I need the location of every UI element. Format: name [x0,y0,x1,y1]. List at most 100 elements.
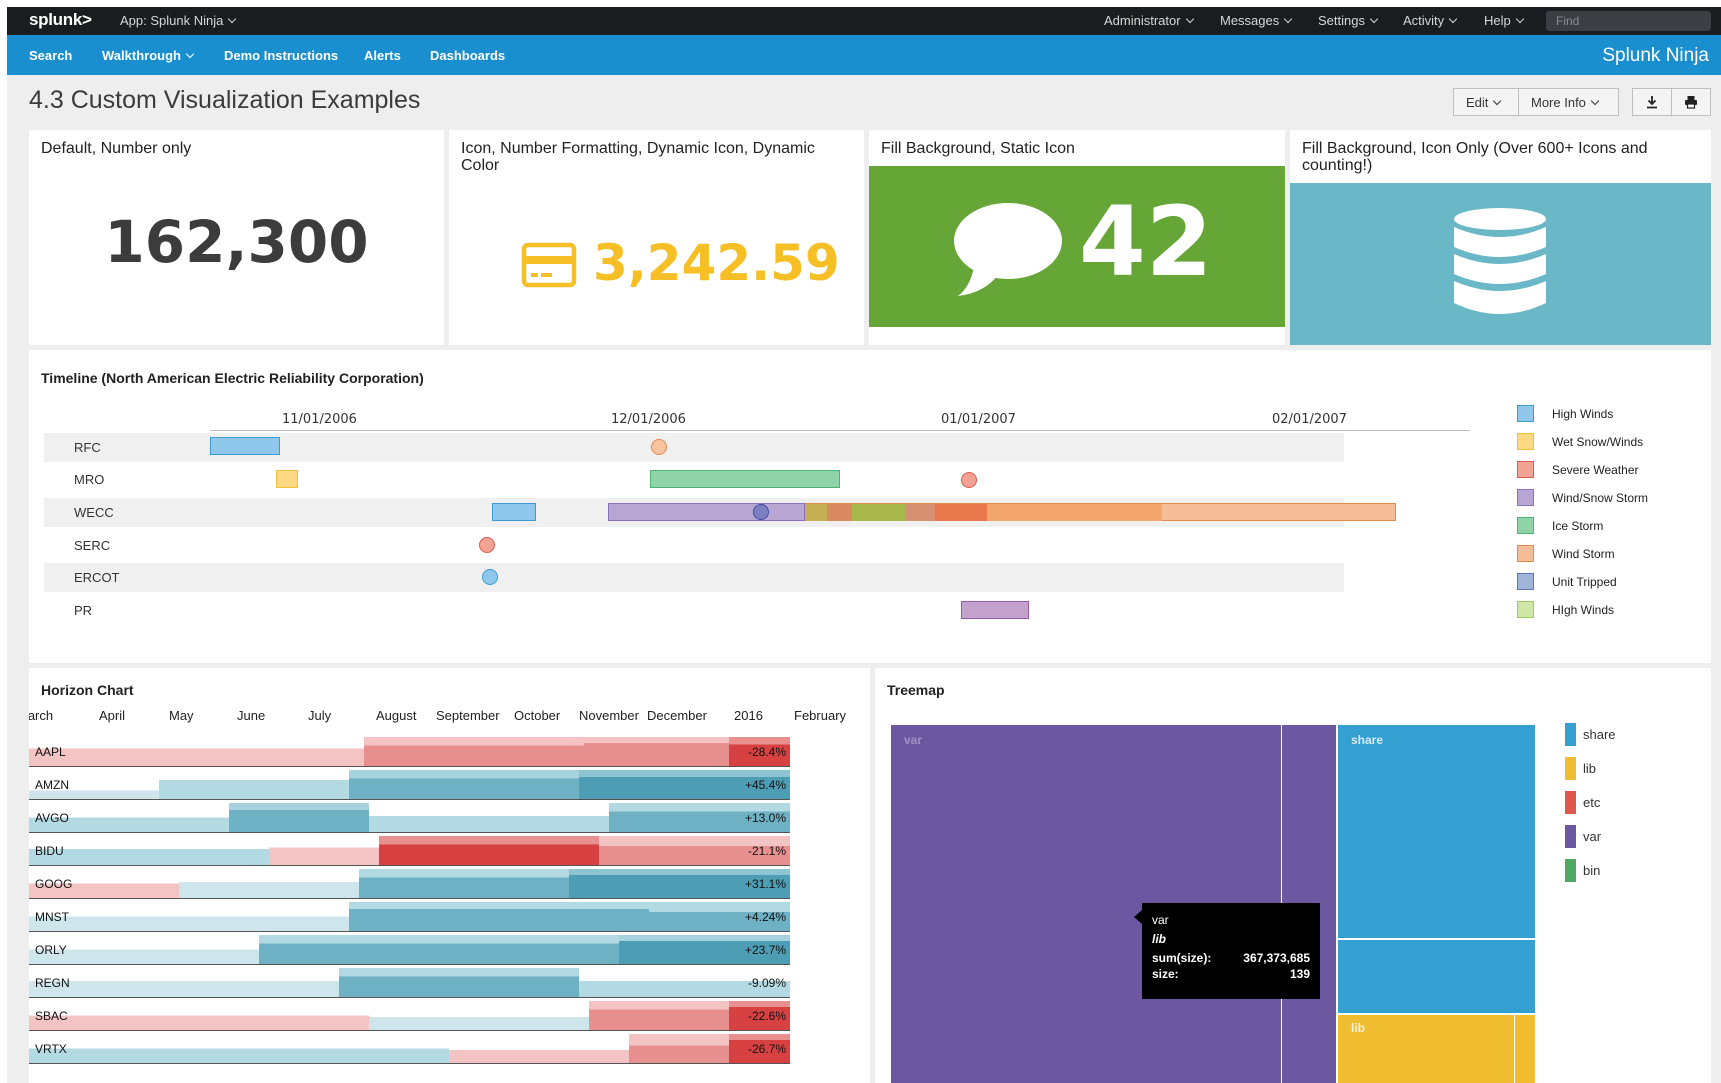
timeline-event[interactable] [827,504,852,521]
fill-background [1290,183,1711,345]
single-panel-icon: Icon, Number Formatting, Dynamic Icon, D… [449,130,864,345]
app-selector[interactable]: App: Splunk Ninja [120,13,237,28]
legend-label: Ice Storm [1552,519,1604,533]
tooltip-size-label: size: [1152,967,1179,981]
tooltip-size-value: 139 [1289,967,1310,981]
horizon-row[interactable]: MNST +4.24% [29,902,790,932]
tooltip-subtitle: lib [1152,932,1166,946]
database-icon [1454,208,1546,314]
row-label: RFC [74,440,101,455]
horizon-row[interactable]: GOOG +31.1% [29,869,790,899]
timeline-event[interactable] [482,569,498,585]
month-label: May [169,708,194,723]
legend-label: etc [1583,795,1601,810]
legend-swatch [1565,859,1576,882]
horizon-row[interactable]: VRTX -26.7% [29,1034,790,1064]
month-label: October [514,708,561,723]
print-button[interactable] [1671,88,1711,116]
timeline-event[interactable] [935,504,987,521]
timeline-event[interactable] [479,537,495,553]
axis-tick: 11/01/2006 [282,412,357,427]
row-value: +23.7% [744,943,786,957]
timeline-event[interactable] [651,439,667,455]
row-label: REGN [35,976,70,990]
cell-label: var [904,733,923,747]
menu-settings[interactable]: Settings [1318,13,1379,28]
month-label: August [376,708,417,723]
menu-help[interactable]: Help [1484,13,1524,28]
chevron-down-icon [228,14,237,24]
timeline-event[interactable] [852,504,905,521]
nav-walkthrough[interactable]: Walkthrough [102,48,195,63]
nav-demo-instructions[interactable]: Demo Instructions [224,48,338,63]
export-button[interactable] [1632,88,1672,116]
legend-swatch [1517,461,1534,478]
timeline-event[interactable] [210,437,280,455]
legend-swatch [1517,573,1534,590]
month-label: June [237,708,266,723]
panel-title: Treemap [887,682,945,698]
menu-activity[interactable]: Activity [1403,13,1458,28]
legend-swatch [1517,489,1534,506]
nav-alerts[interactable]: Alerts [364,48,401,63]
nav-dashboards[interactable]: Dashboards [430,48,505,63]
horizon-rows: AAPL -28.4% AMZN +45.4% AVGO +13.0% BIDU… [29,737,870,1077]
timeline-event[interactable] [753,504,769,520]
timeline-event[interactable] [805,504,827,521]
horizon-row[interactable]: SBAC -22.6% [29,1001,790,1031]
timeline-event[interactable] [961,472,977,488]
row-value: +31.1% [744,877,786,891]
legend-swatch [1517,545,1534,562]
timeline-event[interactable] [650,470,840,488]
row-value: -22.6% [747,1009,786,1023]
single-value: 42 [1079,186,1213,298]
timeline-event[interactable] [276,470,298,488]
chevron-down-icon [185,49,195,59]
more-info-button[interactable]: More Info [1518,88,1619,116]
horizon-row[interactable]: AMZN +45.4% [29,770,790,800]
edit-button[interactable]: Edit [1453,88,1519,116]
horizon-panel: Horizon Chart March April May June July … [29,668,870,1083]
chevron-down-icon [1448,14,1458,24]
treemap-cell[interactable] [1337,939,1536,1014]
nav-search[interactable]: Search [29,48,72,63]
month-label: July [308,708,332,723]
horizon-row[interactable]: AVGO +13.0% [29,803,790,833]
page-title: 4.3 Custom Visualization Examples [29,86,421,114]
row-label: GOOG [35,877,73,891]
fill-background: 42 [869,166,1285,327]
timeline-event[interactable] [961,601,1029,619]
legend-swatch [1517,433,1534,450]
timeline-event[interactable] [492,503,536,521]
timeline-event[interactable] [608,503,805,521]
treemap-legend: share lib etc var bin [1565,723,1695,903]
month-label: September [436,708,500,723]
find-input[interactable]: Find [1546,11,1711,31]
horizon-row[interactable]: REGN -9.09% [29,968,790,998]
panel-title: Default, Number only [41,140,192,157]
legend-label: Wind Storm [1552,547,1615,561]
treemap-cell-share[interactable]: share [1337,724,1536,939]
timeline-event[interactable] [987,504,1162,521]
month-label: December [647,708,707,723]
timeline-legend: High Winds Wet Snow/Winds Severe Weather… [1517,405,1697,655]
tooltip-title: var [1152,913,1169,927]
row-label: PR [74,603,93,618]
horizon-row[interactable]: ORLY +23.7% [29,935,790,965]
single-value: 3,242.59 [593,234,840,292]
horizon-row[interactable]: AAPL -28.4% [29,737,790,767]
month-label: February [794,708,847,723]
horizon-row[interactable]: BIDU -21.1% [29,836,790,866]
single-panel-icon-only: Fill Background, Icon Only (Over 600+ Ic… [1290,130,1711,345]
timeline-event[interactable] [905,504,935,521]
app-bar: splunk> App: Splunk Ninja Administrator … [7,7,1721,35]
treemap-cell-lib[interactable]: lib [1337,1014,1536,1083]
month-label: November [579,708,639,723]
legend-swatch [1517,405,1534,422]
menu-messages[interactable]: Messages [1220,13,1293,28]
splunk-logo[interactable]: splunk> [29,10,92,30]
timeline-row: PR [44,596,1344,625]
row-label: ORLY [35,943,67,957]
menu-administrator[interactable]: Administrator [1104,13,1194,28]
tooltip-pointer [1134,910,1142,924]
